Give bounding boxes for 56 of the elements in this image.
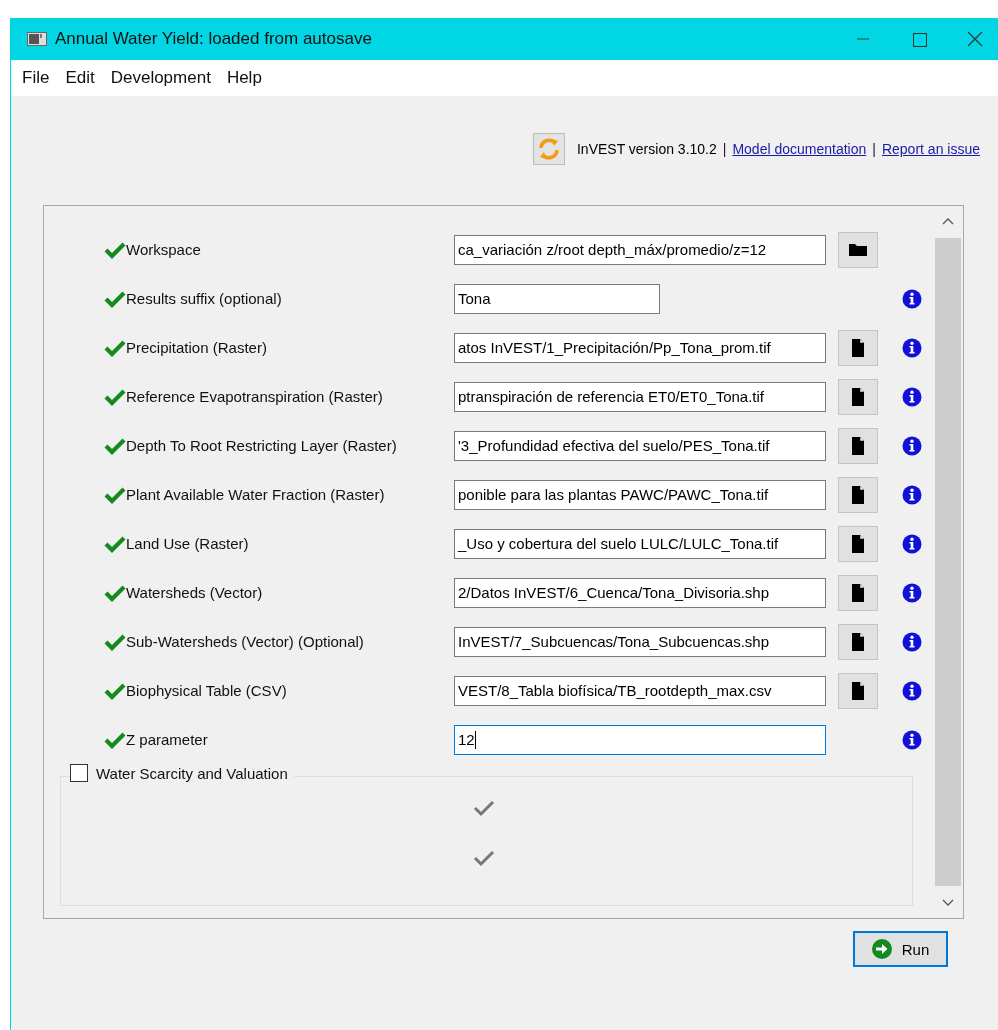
info-icon[interactable]	[902, 288, 922, 309]
field-label: Land Use (Raster)	[126, 535, 250, 552]
link[interactable]: Model documentation	[732, 141, 867, 157]
checkbox[interactable]	[70, 764, 88, 782]
run-button[interactable]: Run	[853, 931, 948, 967]
browse-button[interactable]	[838, 574, 878, 611]
field-label: Precipitation (Raster)	[126, 339, 268, 356]
input-field[interactable]: InVEST/7_Subcuencas/Tona_Subcuencas.shp	[454, 626, 826, 657]
info-icon[interactable]	[902, 484, 922, 505]
input-field[interactable]: _Uso y cobertura del suelo LULC/LULC_Tona.tif	[454, 528, 826, 559]
field-label: Z parameter	[126, 731, 209, 748]
field-label: Results suffix (optional)	[126, 290, 283, 307]
browse-button[interactable]	[838, 329, 878, 366]
field-label: Workspace	[126, 241, 202, 258]
browse-button[interactable]	[838, 525, 878, 562]
window-title: Annual Water Yield: loaded from autosave	[55, 29, 373, 49]
input-field[interactable]: atos InVEST/1_Precipitación/Pp_Tona_prom.tif	[454, 332, 826, 363]
info-icon[interactable]	[902, 533, 922, 554]
version-label: InVEST version 3.10.2	[576, 141, 717, 157]
browse-button[interactable]	[838, 231, 878, 268]
browse-button[interactable]	[838, 427, 878, 464]
browse-button[interactable]	[838, 623, 878, 660]
field-label: Sub-Watersheds (Vector) (Optional)	[126, 633, 365, 650]
browse-button[interactable]	[838, 476, 878, 513]
scrollbar-thumb[interactable]	[935, 238, 961, 886]
section-label: Water Scarcity and Valuation	[96, 764, 288, 782]
info-icon[interactable]	[902, 631, 922, 652]
input-field[interactable]: 12	[454, 724, 826, 755]
info-icon[interactable]	[902, 337, 922, 358]
browse-button[interactable]	[838, 378, 878, 415]
info-icon[interactable]	[902, 435, 922, 456]
field-label: Watersheds (Vector)	[126, 584, 264, 601]
info-icon[interactable]	[902, 729, 922, 750]
input-field[interactable]: '3_Profundidad efectiva del suelo/PES_Tona.tif	[454, 430, 826, 461]
input-field[interactable]: VEST/8_Tabla biofísica/TB_rootdepth_max.csv	[454, 675, 826, 706]
menu-item[interactable]: Edit	[57, 68, 103, 88]
separator: |	[722, 141, 727, 157]
info-icon[interactable]	[902, 386, 922, 407]
input-field[interactable]: 2/Datos InVEST/6_Cuenca/Tona_Divisoria.shp	[454, 577, 826, 608]
info-icon[interactable]	[902, 582, 922, 603]
info-icon[interactable]	[902, 680, 922, 701]
link[interactable]: Report an issue	[881, 141, 980, 157]
app-icon	[27, 32, 47, 46]
field-label: Plant Available Water Fraction (Raster)	[126, 486, 386, 503]
input-field[interactable]: ptranspiración de referencia ET0/ET0_Tona.tif	[454, 381, 826, 412]
menu-item[interactable]: Development	[102, 68, 219, 88]
menu-item[interactable]: File	[14, 68, 58, 88]
input-field[interactable]: ponible para las plantas PAWC/PAWC_Tona.tif	[454, 479, 826, 510]
field-label: Reference Evapotranspiration (Raster)	[126, 388, 384, 405]
field-label: Depth To Root Restricting Layer (Raster)	[126, 437, 398, 454]
field-label: Biophysical Table (CSV)	[126, 682, 288, 699]
input-field[interactable]: Tona	[454, 283, 660, 314]
browse-button[interactable]	[838, 672, 878, 709]
separator: |	[872, 141, 876, 157]
menu-item[interactable]: Help	[218, 68, 270, 88]
input-field[interactable]: ca_variación z/root depth_máx/promedio/z=12	[454, 234, 826, 265]
